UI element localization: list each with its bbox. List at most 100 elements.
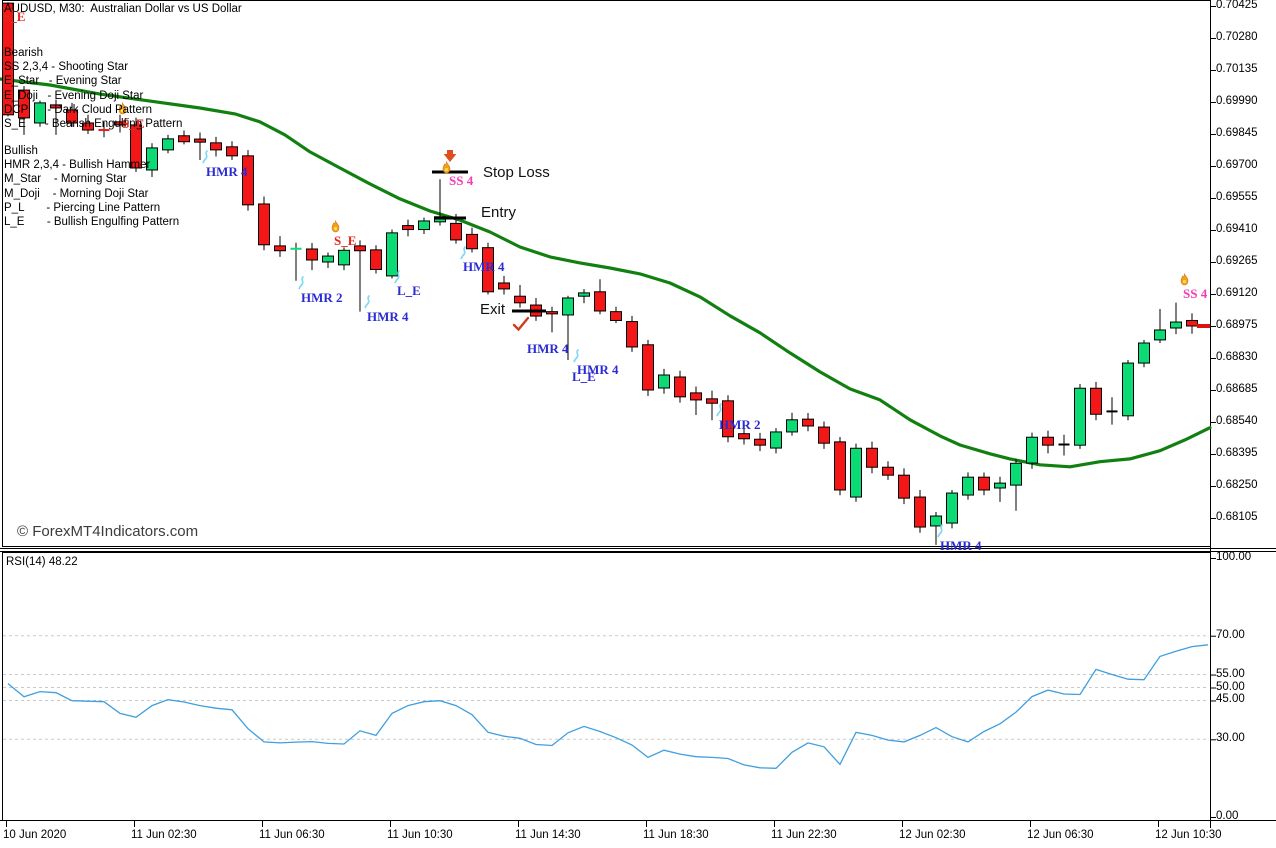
legend-bullish: Bullish HMR 2,3,4 - Bullish Hammer M_Sta…: [4, 144, 179, 229]
candle: [323, 253, 334, 268]
price-axis-label: 0.68830: [1216, 351, 1258, 363]
candle: [579, 289, 590, 303]
legend-bullish-title: Bullish: [4, 144, 179, 158]
candle: [1155, 309, 1166, 343]
pattern-label: HMR 4: [367, 309, 409, 325]
legend-item: DCP - Dark Cloud Pattern: [4, 103, 182, 117]
price-axis-label: 0.68685: [1216, 383, 1258, 395]
sparkle-icon: [299, 277, 303, 289]
candle: [259, 196, 270, 250]
legend-item: P_L - Piercing Line Pattern: [4, 201, 179, 215]
candle: [787, 413, 798, 436]
candle: [371, 245, 382, 273]
candle: [195, 132, 206, 160]
candle: [339, 247, 350, 270]
price-axis-label: 0.68105: [1216, 511, 1258, 523]
chart-canvas[interactable]: [0, 0, 1276, 848]
candle: [835, 437, 846, 495]
price-axis-label: 0.69555: [1216, 191, 1258, 203]
candle: [211, 137, 222, 157]
candle: [403, 220, 414, 237]
sparkle-icon: [938, 525, 942, 537]
flame-icon: [443, 162, 450, 173]
candle: [1059, 435, 1070, 456]
candle: [1075, 384, 1086, 449]
candle: [979, 473, 990, 496]
candle: [691, 386, 702, 414]
pattern-label: HMR 4: [463, 259, 505, 275]
candle: [707, 391, 718, 421]
candle: [1043, 431, 1054, 454]
candle: [963, 472, 974, 499]
watermark: © ForexMT4Indicators.com: [17, 523, 198, 540]
legend-item: SS 2,3,4 - Shooting Star: [4, 60, 182, 74]
mt4-chart-window: AUDUSD, M30: Australian Dollar vs US Dol…: [0, 0, 1276, 848]
pattern-label: S_E: [3, 9, 25, 25]
candle: [515, 285, 526, 308]
time-axis-label: 11 Jun 10:30: [387, 829, 453, 841]
rsi-panel-border: [3, 553, 1211, 821]
candle: [947, 490, 958, 528]
rsi-axis-label: 45.00: [1216, 693, 1245, 705]
price-axis-label: 0.69265: [1216, 255, 1258, 267]
candle: [899, 468, 910, 504]
candle: [755, 433, 766, 451]
pattern-label: HMR 4: [527, 341, 569, 357]
time-axis-label: 11 Jun 06:30: [259, 829, 325, 841]
candle: [547, 307, 558, 333]
legend-item: E_Doji - Evening Doji Star: [4, 89, 182, 103]
rsi-indicator-label: RSI(14) 48.22: [6, 556, 78, 568]
stop-loss-label: Stop Loss: [483, 164, 550, 181]
pattern-label: HMR 2: [301, 290, 343, 306]
flame-icon: [332, 221, 339, 232]
candle: [355, 240, 366, 311]
candle: [307, 243, 318, 270]
candle: [499, 276, 510, 295]
candle: [1027, 433, 1038, 469]
price-axis-label: 0.69120: [1216, 287, 1258, 299]
candle: [995, 477, 1006, 502]
time-axis-label: 11 Jun 02:30: [131, 829, 197, 841]
candle: [387, 230, 398, 279]
exit-label: Exit: [480, 301, 505, 318]
rsi-axis-label: 70.00: [1216, 629, 1245, 641]
candle: [275, 236, 286, 257]
pattern-label: S_E: [122, 116, 144, 132]
time-axis-label: 12 Jun 10:30: [1155, 829, 1222, 841]
legend-bearish: Bearish SS 2,3,4 - Shooting Star E_Star …: [4, 46, 182, 131]
pattern-label: SS 4: [1183, 286, 1207, 302]
candle: [803, 413, 814, 431]
rsi-axis-label: 50.00: [1216, 681, 1245, 693]
rsi-axis-label: 30.00: [1216, 732, 1245, 744]
candle: [1171, 303, 1182, 335]
sparkle-icon: [365, 296, 369, 308]
sparkle-icon: [574, 350, 578, 362]
candle: [851, 444, 862, 502]
candle: [819, 422, 830, 449]
legend-item: M_Star - Morning Star: [4, 172, 179, 186]
candle: [419, 218, 430, 234]
candle: [771, 428, 782, 453]
current-price-marker: [1197, 324, 1210, 328]
pattern-label: SS 4: [449, 173, 473, 189]
price-axis-label: 0.69845: [1216, 127, 1258, 139]
pattern-label: HMR 2: [719, 417, 761, 433]
legend-item: HMR 2,3,4 - Bullish Hammer: [4, 158, 179, 172]
time-axis-label: 12 Jun 06:30: [1027, 829, 1094, 841]
candle: [1107, 397, 1118, 424]
price-panel-border: [3, 1, 1211, 547]
candle: [531, 298, 542, 321]
rsi-axis-label: 100.00: [1216, 551, 1251, 563]
price-axis-label: 0.68395: [1216, 447, 1258, 459]
flame-icon: [1181, 274, 1188, 285]
pattern-label: HMR 4: [577, 362, 619, 378]
pattern-label: S_E: [334, 233, 356, 249]
rsi-line: [8, 645, 1208, 769]
legend-item: L_E - Bullish Engulfing Pattern: [4, 215, 179, 229]
legend-item: E_Star - Evening Star: [4, 74, 182, 88]
time-axis-label: 11 Jun 22:30: [771, 829, 837, 841]
candle: [1091, 382, 1102, 420]
price-axis-label: 0.68250: [1216, 479, 1258, 491]
price-axis-label: 0.68975: [1216, 319, 1258, 331]
candle: [883, 461, 894, 480]
